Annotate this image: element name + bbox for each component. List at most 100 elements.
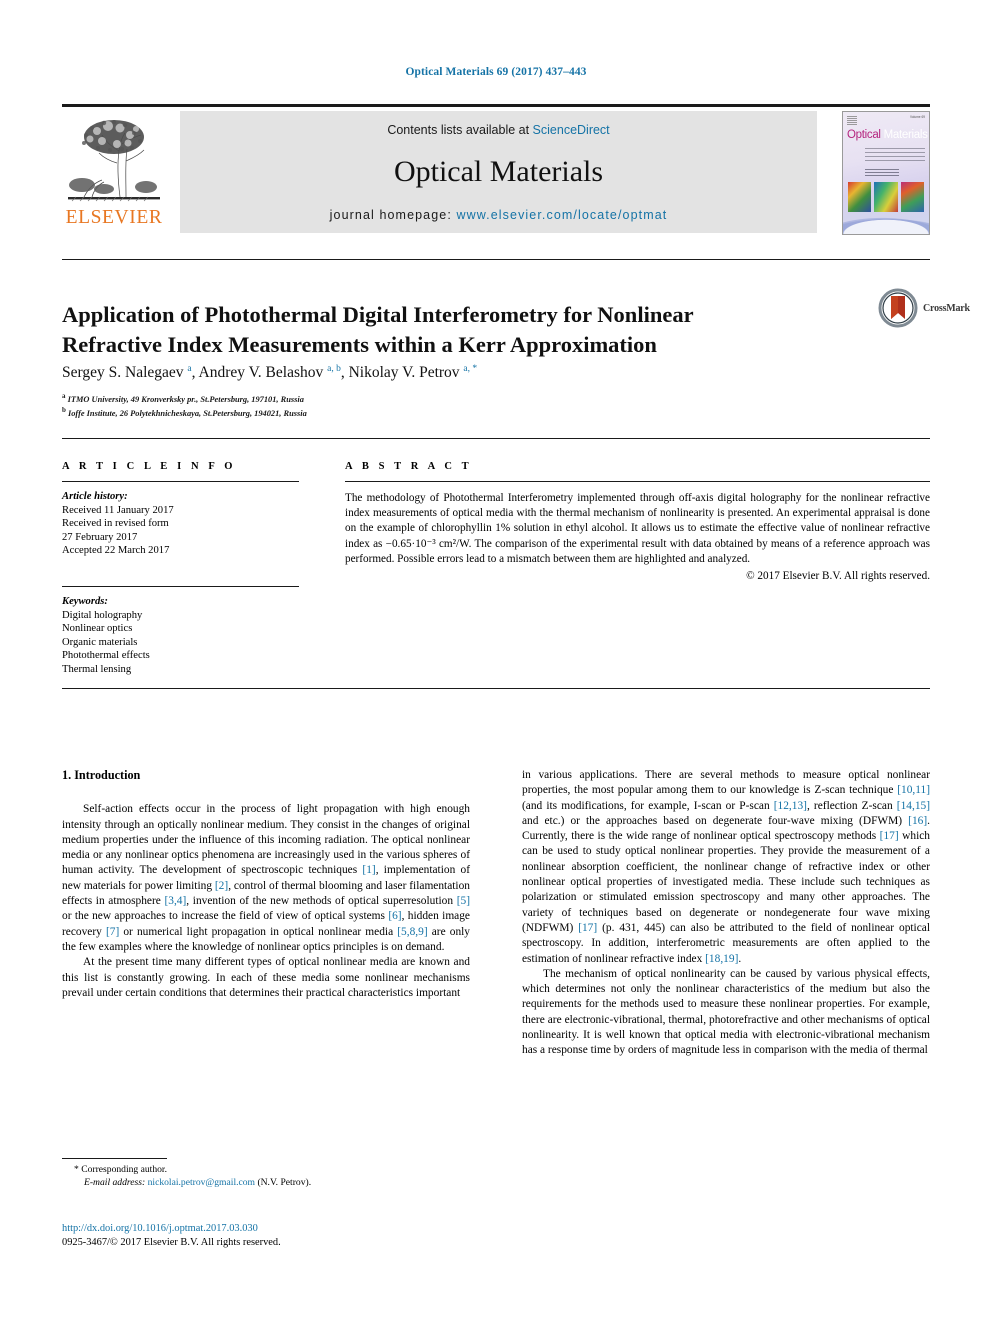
journal-masthead: ELSEVIER Contents lists available at Sci… (62, 104, 930, 235)
article-page: Optical Materials 69 (2017) 437–443 ELSE… (0, 0, 992, 1323)
abstract-column: A B S T R A C T The methodology of Photo… (345, 461, 930, 582)
crossmark-icon (878, 288, 918, 328)
title-divider (62, 259, 930, 260)
affiliation-b-mark: b (62, 406, 66, 415)
section-heading-introduction: 1. Introduction (62, 768, 141, 782)
affiliation-a-text: ITMO University, 49 Kronverksky pr., St.… (67, 394, 304, 404)
citation-ref[interactable]: [6] (388, 910, 401, 922)
citation-ref[interactable]: [5,8,9] (397, 926, 427, 938)
cover-thumbnail-strip (848, 182, 924, 212)
citation-ref[interactable]: [10,11] (897, 784, 930, 796)
citation-ref[interactable]: [3,4] (164, 895, 186, 907)
contents-prefix: Contents lists available at (387, 123, 533, 137)
cover-title: Optical Materials (847, 129, 928, 141)
citation-ref[interactable]: [17] (578, 922, 597, 934)
history-item-3: 27 February 2017 (62, 531, 138, 543)
elsevier-tree-icon (62, 111, 166, 207)
info-divider-top (62, 438, 930, 439)
citation-ref[interactable]: [16] (908, 815, 927, 827)
footnote-block: * Corresponding author. E-mail address: … (62, 1158, 470, 1189)
contents-line: Contents lists available at ScienceDirec… (180, 123, 817, 137)
author-3: Nikolay V. Petrov a, * (349, 364, 478, 381)
journal-title: Optical Materials (393, 155, 604, 188)
citation-ref[interactable]: [7] (106, 926, 119, 938)
author-1: Sergey S. Nalegaev a (62, 364, 192, 381)
paragraph-left-2: At the present time many different types… (62, 956, 470, 999)
journal-banner: Contents lists available at ScienceDirec… (180, 111, 817, 233)
citation-ref[interactable]: [14,15] (897, 800, 930, 812)
keywords-label: Keywords: (62, 595, 108, 607)
cover-thumb-3 (900, 182, 924, 212)
footer-doi-block: http://dx.doi.org/10.1016/j.optmat.2017.… (62, 1222, 482, 1250)
author-3-marks: a, * (463, 364, 478, 374)
elsevier-wordmark: ELSEVIER (65, 207, 163, 228)
affiliation-list: a ITMO University, 49 Kronverksky pr., S… (62, 391, 762, 420)
citation-ref[interactable]: [1] (362, 864, 375, 876)
issn-copyright-line: 0925-3467/© 2017 Elsevier B.V. All right… (62, 1237, 281, 1248)
citation-ref[interactable]: [17] (880, 830, 899, 842)
article-history-label: Article history: (62, 491, 128, 502)
affiliation-b-text: Ioffe Institute, 26 Polytekhnicheskaya, … (67, 409, 307, 419)
email-note: E-mail address: nickolai.petrov@gmail.co… (62, 1176, 470, 1189)
running-head: Optical Materials 69 (2017) 437–443 (405, 66, 587, 78)
history-item-4: Accepted 22 March 2017 (62, 545, 170, 557)
keyword-5: Thermal lensing (62, 663, 132, 675)
paragraph-left-1: Self-action effects occur in the process… (62, 803, 470, 953)
author-2-name: Andrey V. Belashov (198, 364, 324, 382)
cover-subtitle-lines (865, 145, 925, 161)
keyword-4: Photothermal effects (62, 650, 150, 662)
cover-issue-label: Volume 69 (909, 115, 925, 119)
affiliation-a-mark: a (62, 392, 66, 400)
keyword-3: Organic materials (62, 636, 138, 648)
cover-thumb-2 (874, 182, 898, 212)
email-owner: (N.V. Petrov). (257, 1177, 312, 1188)
email-link[interactable]: nickolai.petrov@gmail.com (148, 1177, 255, 1188)
author-1-name: Sergey S. Nalegaev (62, 364, 184, 382)
author-1-marks: a (187, 364, 192, 374)
author-2: Andrey V. Belashov a, b (199, 364, 341, 381)
body-column-right: in various applications. There are sever… (522, 768, 930, 1059)
doi-link[interactable]: http://dx.doi.org/10.1016/j.optmat.2017.… (62, 1222, 482, 1236)
history-item-2: Received in revised form (62, 518, 169, 530)
email-label: E-mail address: (84, 1177, 146, 1188)
homepage-url[interactable]: www.elsevier.com/locate/optmat (456, 208, 667, 222)
journal-cover-thumbnail[interactable]: Volume 69 Optical Materials (842, 111, 930, 235)
author-list: Sergey S. Nalegaev a, Andrey V. Belashov… (62, 364, 478, 382)
affiliation-a: a ITMO University, 49 Kronverksky pr., S… (62, 391, 762, 405)
paragraph-right-2: The mechanism of optical nonlinearity ca… (522, 967, 930, 1057)
crossmark-label: CrossMark (923, 302, 970, 314)
page-title: Application of Photothermal Digital Inte… (62, 302, 694, 358)
abstract-heading: A B S T R A C T (345, 461, 473, 472)
crossmark-badge[interactable]: CrossMark (878, 286, 990, 330)
history-item-1: Received 11 January 2017 (62, 504, 174, 516)
author-2-marks: a, b (327, 364, 341, 374)
citation-ref[interactable]: [2] (215, 880, 228, 892)
abstract-copyright: © 2017 Elsevier B.V. All rights reserved… (746, 570, 930, 583)
article-history: Article history: Received 11 January 201… (62, 490, 299, 558)
article-info-heading: A R T I C L E I N F O (62, 461, 237, 472)
citation-ref[interactable]: [5] (457, 895, 470, 907)
article-info-column: A R T I C L E I N F O Article history: R… (62, 461, 299, 677)
elsevier-logo: ELSEVIER (62, 111, 166, 233)
cover-elsevier-icon (847, 115, 857, 125)
info-divider-bottom (62, 688, 930, 689)
abstract-rule (345, 481, 930, 482)
cover-header: Volume 69 (847, 115, 925, 127)
keywords-rule (62, 585, 299, 587)
paragraph-right-1: in various applications. There are sever… (522, 769, 931, 965)
corresponding-author-note: * Corresponding author. (74, 1164, 167, 1175)
sciencedirect-link[interactable]: ScienceDirect (533, 123, 610, 137)
author-3-name: Nikolay V. Petrov (348, 364, 460, 382)
homepage-label: journal homepage: (329, 208, 457, 222)
cover-title-word1: Optical (847, 129, 881, 141)
journal-homepage-line: journal homepage: www.elsevier.com/locat… (180, 208, 817, 222)
cover-thumb-1 (848, 182, 872, 212)
citation-ref[interactable]: [18,19] (705, 953, 738, 965)
keyword-2: Nonlinear optics (62, 623, 133, 635)
cover-title-word2: Materials (883, 129, 928, 141)
abstract-text: The methodology of Photothermal Interfer… (345, 492, 930, 565)
article-info-rule (62, 481, 299, 482)
affiliation-b: b Ioffe Institute, 26 Polytekhnicheskaya… (62, 405, 762, 419)
body-column-left: 1. Introduction Self-action effects occu… (62, 768, 470, 1001)
citation-ref[interactable]: [12,13] (774, 800, 807, 812)
